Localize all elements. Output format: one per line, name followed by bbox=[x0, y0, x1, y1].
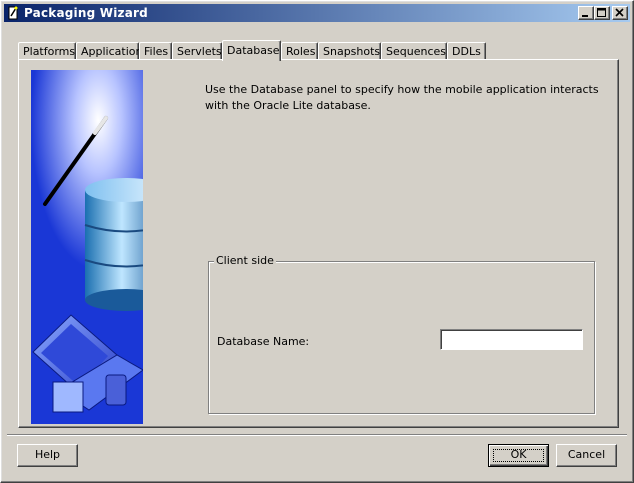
tab-label: Application bbox=[81, 45, 143, 58]
tab-label: Servlets bbox=[177, 45, 222, 58]
cancel-button[interactable]: Cancel bbox=[556, 444, 617, 467]
client-side-label: Client side bbox=[214, 254, 276, 267]
tab-database[interactable]: Database bbox=[222, 40, 281, 61]
title-bar[interactable]: Packaging Wizard bbox=[4, 4, 630, 22]
tab-roles[interactable]: Roles bbox=[281, 42, 318, 59]
database-panel: Use the Database panel to specify how th… bbox=[18, 59, 619, 428]
tab-application[interactable]: Application bbox=[76, 42, 143, 59]
tab-sequences[interactable]: Sequences bbox=[381, 42, 447, 59]
database-name-label: Database Name: bbox=[217, 335, 310, 348]
tab-ddls[interactable]: DDLs bbox=[447, 42, 486, 59]
window-title: Packaging Wizard bbox=[24, 6, 148, 20]
panel-description: Use the Database panel to specify how th… bbox=[205, 83, 599, 112]
database-wizard-illustration bbox=[31, 70, 143, 424]
close-button[interactable] bbox=[612, 6, 628, 20]
database-cylinder-icon bbox=[84, 178, 143, 311]
tab-files[interactable]: Files bbox=[139, 42, 172, 59]
help-button[interactable]: Help bbox=[17, 444, 78, 467]
packaging-wizard-window: Packaging Wizard Platforms Application F… bbox=[0, 0, 634, 483]
tab-label: Database bbox=[227, 44, 280, 57]
tab-label: Snapshots bbox=[323, 45, 381, 58]
tab-label: Platforms bbox=[23, 45, 76, 58]
client-side-group: Client side Database Name: bbox=[208, 254, 595, 414]
tab-platforms[interactable]: Platforms bbox=[18, 42, 76, 59]
minimize-icon bbox=[582, 15, 588, 17]
ok-button[interactable]: OK bbox=[488, 444, 549, 467]
wizard-app-icon bbox=[8, 6, 18, 20]
database-name-input[interactable] bbox=[440, 329, 583, 350]
tab-label: Sequences bbox=[386, 45, 446, 58]
maximize-icon bbox=[597, 8, 606, 17]
tab-servlets[interactable]: Servlets bbox=[172, 42, 222, 59]
button-separator bbox=[7, 434, 627, 436]
maximize-button[interactable] bbox=[594, 6, 610, 20]
tab-label: Roles bbox=[286, 45, 316, 58]
close-icon bbox=[615, 8, 624, 17]
tab-snapshots[interactable]: Snapshots bbox=[318, 42, 381, 59]
tab-label: DDLs bbox=[452, 45, 481, 58]
focus-rect bbox=[493, 449, 544, 462]
minimize-button[interactable] bbox=[578, 6, 594, 20]
tab-label: Files bbox=[144, 45, 169, 58]
